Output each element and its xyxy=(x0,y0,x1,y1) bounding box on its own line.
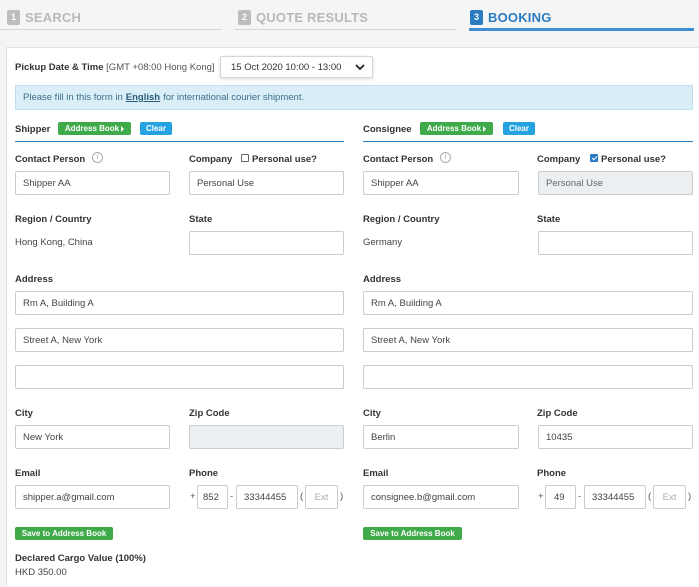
chevron-down-icon xyxy=(355,64,365,71)
consignee-email-label: Email xyxy=(363,468,389,479)
step-underline xyxy=(0,29,222,30)
cargo-value-label: Declared Cargo Value (100%) xyxy=(15,553,146,564)
consignee-address-label: Address xyxy=(363,274,402,285)
shipper-clear-button[interactable]: Clear xyxy=(140,122,172,135)
pickup-datetime-value: 15 Oct 2020 10:00 - 13:00 xyxy=(231,61,342,73)
consignee-contact-label: Contact Person xyxy=(363,154,434,165)
consignee-company-label: Company xyxy=(537,154,581,165)
shipper-city-input[interactable]: New York xyxy=(15,425,170,449)
shipper-address-book-button[interactable]: Address Book xyxy=(58,122,131,135)
ext-close: ) xyxy=(688,491,692,502)
consignee-address-book-button[interactable]: Address Book xyxy=(420,122,493,135)
shipper-region-value: Hong Kong, China xyxy=(15,237,93,248)
consignee-email-input[interactable]: consignee.b@gmail.com xyxy=(363,485,519,509)
shipper-phone-code-input[interactable]: 852 xyxy=(197,485,228,509)
shipper-contact-input[interactable]: Shipper AA xyxy=(15,171,170,195)
step-booking[interactable]: 3 BOOKING xyxy=(470,7,552,27)
consignee-title: Consignee xyxy=(363,124,412,135)
step-search[interactable]: 1 SEARCH xyxy=(7,7,81,27)
consignee-city-input[interactable]: Berlin xyxy=(363,425,519,449)
consignee-state-label: State xyxy=(537,214,561,225)
shipper-company-label: Company xyxy=(189,154,233,165)
shipper-phone-number-input[interactable]: 33344455 xyxy=(236,485,298,509)
cargo-value: HKD 350.00 xyxy=(15,567,67,578)
shipper-state-input[interactable] xyxy=(189,231,344,255)
consignee-contact-input[interactable]: Shipper AA xyxy=(363,171,519,195)
info-icon[interactable]: i xyxy=(440,152,451,163)
shipper-address2-input[interactable]: Street A, New York xyxy=(15,328,344,352)
step-underline-active xyxy=(469,28,694,31)
shipper-ext-input[interactable]: Ext xyxy=(305,485,338,509)
play-icon xyxy=(121,125,125,132)
info-notice: Please fill in this form in English for … xyxy=(15,85,693,110)
consignee-personal-label: Personal use? xyxy=(601,154,666,165)
shipper-zip-label: Zip Code xyxy=(189,408,230,419)
shipper-email-label: Email xyxy=(15,468,41,479)
ext-open: ( xyxy=(648,491,652,502)
notice-text: for international courier shipment. xyxy=(163,92,305,103)
consignee-phone-number-input[interactable]: 33344455 xyxy=(584,485,646,509)
shipper-address1-input[interactable]: Rm A, Building A xyxy=(15,291,344,315)
step-number: 1 xyxy=(7,9,20,25)
pickup-label: Pickup Date & Time [GMT +08:00 Hong Kong… xyxy=(15,62,215,73)
shipper-phone-label: Phone xyxy=(189,468,219,479)
ext-close: ) xyxy=(340,491,344,502)
shipper-address3-input[interactable] xyxy=(15,365,344,389)
pickup-datetime-select[interactable]: 15 Oct 2020 10:00 - 13:00 xyxy=(220,56,373,78)
shipper-address-label: Address xyxy=(15,274,54,285)
ext-open: ( xyxy=(300,491,304,502)
step-label: QUOTE RESULTS xyxy=(256,9,369,25)
shipper-company-input[interactable]: Personal Use xyxy=(189,171,344,195)
shipper-email-input[interactable]: shipper.a@gmail.com xyxy=(15,485,170,509)
consignee-address2-input[interactable]: Street A, New York xyxy=(363,328,693,352)
phone-plus: + xyxy=(190,491,196,502)
step-number: 2 xyxy=(238,9,251,25)
consignee-save-address-button[interactable]: Save to Address Book xyxy=(363,527,462,540)
shipper-region-label: Region / Country xyxy=(15,214,92,225)
play-icon xyxy=(483,125,487,132)
consignee-state-input[interactable] xyxy=(538,231,693,255)
step-label: BOOKING xyxy=(488,9,552,25)
phone-plus: + xyxy=(538,491,544,502)
shipper-personal-checkbox[interactable] xyxy=(241,154,249,162)
consignee-phone-label: Phone xyxy=(537,468,567,479)
english-link[interactable]: English xyxy=(126,92,160,103)
phone-dash: - xyxy=(578,491,582,502)
consignee-phone-code-input[interactable]: 49 xyxy=(545,485,576,509)
shipper-contact-label: Contact Person xyxy=(15,154,86,165)
info-icon[interactable]: i xyxy=(92,152,103,163)
step-underline xyxy=(235,29,457,30)
consignee-company-input[interactable]: Personal Use xyxy=(538,171,693,195)
consignee-divider xyxy=(363,141,693,142)
shipper-personal-label: Personal use? xyxy=(252,154,317,165)
consignee-address3-input[interactable] xyxy=(363,365,693,389)
consignee-ext-input[interactable]: Ext xyxy=(653,485,686,509)
shipper-zip-input[interactable] xyxy=(189,425,344,449)
step-quote-results[interactable]: 2 QUOTE RESULTS xyxy=(238,7,368,27)
step-label: SEARCH xyxy=(25,9,82,25)
consignee-clear-button[interactable]: Clear xyxy=(503,122,535,135)
shipper-city-label: City xyxy=(15,408,33,419)
shipper-title: Shipper xyxy=(15,124,51,135)
consignee-zip-label: Zip Code xyxy=(537,408,578,419)
shipper-state-label: State xyxy=(189,214,213,225)
shipper-save-address-button[interactable]: Save to Address Book xyxy=(15,527,113,540)
consignee-region-value: Germany xyxy=(363,237,403,248)
phone-dash: - xyxy=(230,491,234,502)
consignee-personal-checkbox[interactable] xyxy=(590,154,598,162)
consignee-region-label: Region / Country xyxy=(363,214,440,225)
consignee-city-label: City xyxy=(363,408,381,419)
step-number: 3 xyxy=(470,9,483,25)
step-indicator: 1 SEARCH 2 QUOTE RESULTS 3 BOOKING xyxy=(0,0,699,40)
consignee-address1-input[interactable]: Rm A, Building A xyxy=(363,291,693,315)
consignee-zip-input[interactable]: 10435 xyxy=(538,425,693,449)
notice-text: Please fill in this form in xyxy=(23,92,123,103)
shipper-divider xyxy=(15,141,344,142)
